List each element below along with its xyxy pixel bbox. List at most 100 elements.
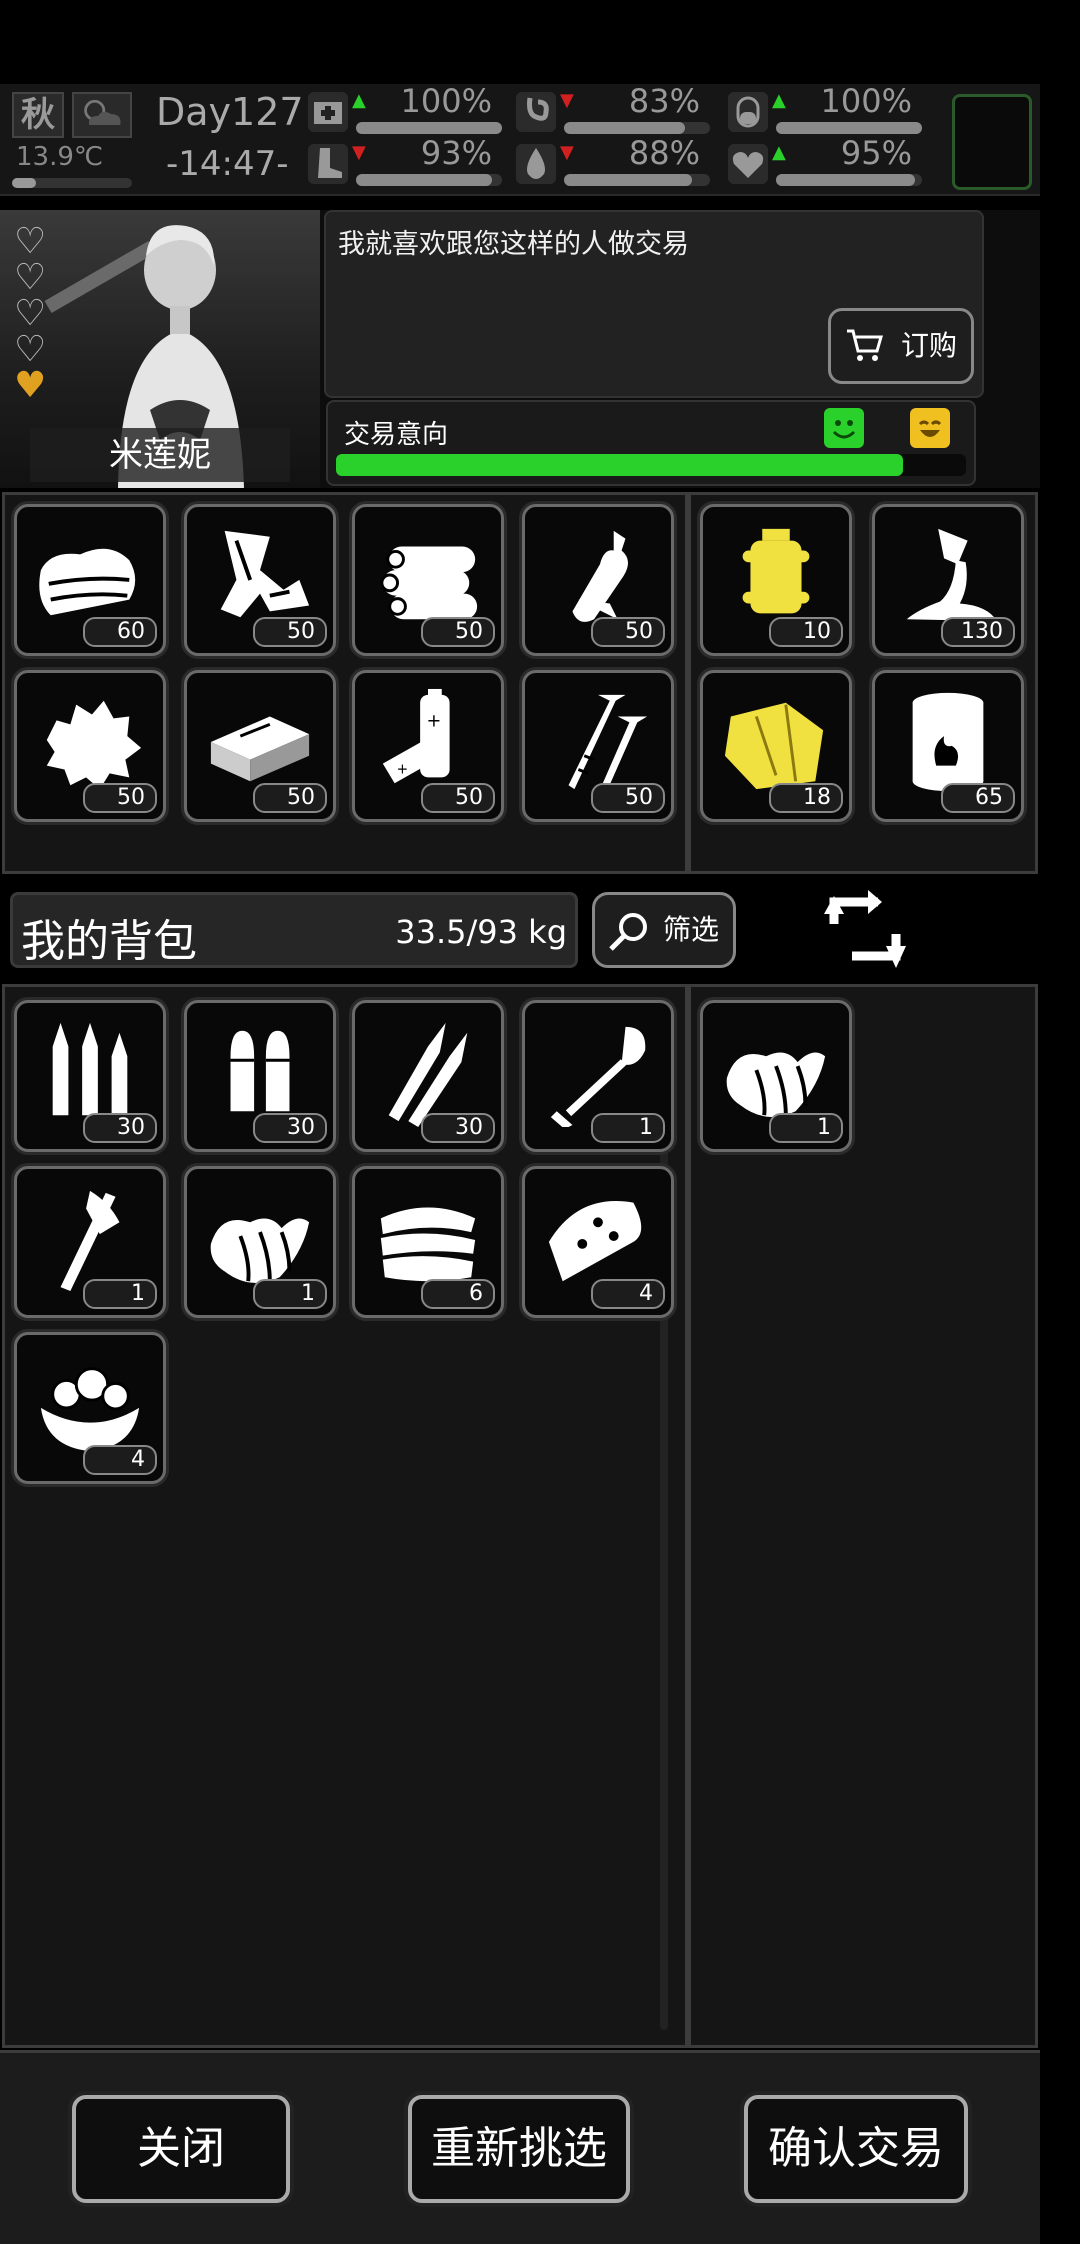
stat-health-bar [356,122,502,134]
heart-icon: ♡ [14,293,47,334]
bottom-action-bar: 关闭 重新挑选 确认交易 [0,2050,1040,2244]
stat-hunger: ▼ 83% [516,82,716,138]
trend-up-icon: ▲ [772,90,786,111]
heart-gold-icon: ♥ [14,365,47,406]
search-icon [609,913,647,951]
item-count: 1 [253,1279,327,1309]
stat-stamina-bar [356,174,492,186]
item-count: 10 [769,617,843,647]
smile-yellow-icon [910,408,950,448]
heart-icon: ♡ [14,257,47,298]
filter-button[interactable]: 筛选 [592,892,736,968]
item-count: 18 [769,783,843,813]
boot-icon [308,144,348,184]
day-counter: Day127 [156,90,304,134]
item-slot[interactable]: 4 [522,1166,674,1318]
trend-up-icon: ▲ [352,90,366,111]
cart-icon [847,329,883,361]
backpack-header: 我的背包 33.5/93 kg [10,892,578,968]
stat-thirst-value: 88% [628,134,700,172]
svg-text:+: + [397,761,409,777]
item-slot[interactable]: 4 [14,1332,166,1484]
backpack-scrollbar[interactable] [660,1000,668,2030]
item-slot[interactable]: + +50 [352,670,504,822]
heart-icon: ♡ [14,329,47,370]
trend-down-icon: ▼ [560,90,574,111]
item-count: 50 [421,783,495,813]
backpack-title: 我的背包 [21,916,197,967]
item-count: 50 [421,617,495,647]
confirm-trade-button[interactable]: 确认交易 [744,2095,968,2203]
stat-mood: ▲ 95% [728,134,928,190]
trend-down-icon: ▼ [352,142,366,163]
item-count: 130 [941,617,1015,647]
item-slot[interactable]: 1 [184,1166,336,1318]
heart-icon [728,144,768,184]
stat-health-value: 100% [400,82,492,120]
item-slot[interactable]: 50 [522,670,674,822]
stat-stamina: ▼ 93% [308,134,508,190]
trend-up-icon: ▲ [772,142,786,163]
trader-name: 米莲妮 [30,428,290,482]
item-slot[interactable]: 6 [352,1166,504,1318]
close-button[interactable]: 关闭 [72,2095,290,2203]
item-slot[interactable]: 50 [184,670,336,822]
smile-green-icon [824,408,864,448]
weather-cloudy-icon [72,92,132,138]
stat-thirst-bar [564,174,693,186]
item-count: 50 [253,783,327,813]
item-count: 50 [83,783,157,813]
item-count: 1 [769,1113,843,1143]
stat-stamina-value: 93% [420,134,492,172]
trade-intent-label: 交易意向 [344,420,449,450]
stat-hunger-bar [564,122,686,134]
svg-text:+: + [426,711,441,731]
item-count: 1 [591,1113,665,1143]
order-button-label: 订购 [900,329,957,362]
trader-message: 我就喜欢跟您这样的人做交易 [338,229,689,260]
item-slot[interactable]: 50 [352,504,504,656]
medkit-icon [308,92,348,132]
pill-icon [728,92,768,132]
game-clock: -14:47- [166,144,289,184]
temperature-value: 13.9℃ [16,142,104,172]
item-count: 30 [421,1113,495,1143]
item-slot[interactable]: 65 [872,670,1024,822]
stat-medicine-value: 100% [820,82,912,120]
water-drop-icon [516,144,556,184]
item-slot[interactable]: 18 [700,670,852,822]
filter-button-label: 筛选 [662,913,719,946]
item-count: 50 [253,617,327,647]
stat-mood-value: 95% [840,134,912,172]
item-slot[interactable]: 1 [522,1000,674,1152]
item-slot[interactable]: 50 [184,504,336,656]
trade-intent-fill [336,454,903,476]
item-count: 65 [941,783,1015,813]
item-slot[interactable]: 1 [14,1166,166,1318]
item-slot[interactable]: 50 [522,504,674,656]
item-slot[interactable]: 1 [700,1000,852,1152]
stomach-icon [516,92,556,132]
item-count: 30 [83,1113,157,1143]
temperature-bar [12,178,132,188]
item-slot[interactable]: 30 [14,1000,166,1152]
order-button[interactable]: 订购 [828,308,974,384]
item-slot[interactable]: 30 [184,1000,336,1152]
season-indicator: 秋 [12,92,64,138]
item-slot[interactable]: 30 [352,1000,504,1152]
swap-arrows-icon[interactable] [820,884,912,976]
item-count: 50 [591,783,665,813]
item-count: 6 [421,1279,495,1309]
item-count: 30 [253,1113,327,1143]
item-slot[interactable]: 130 [872,504,1024,656]
item-slot[interactable]: 10 [700,504,852,656]
trade-intent-meter: 交易意向 [326,400,976,486]
stat-medicine: ▲ 100% [728,82,928,138]
item-count: 50 [591,617,665,647]
item-slot[interactable]: 60 [14,504,166,656]
reselect-button[interactable]: 重新挑选 [408,2095,630,2203]
item-slot[interactable]: 50 [14,670,166,822]
equipment-slot[interactable] [952,94,1032,190]
stat-medicine-bar [776,122,922,134]
stat-mood-bar [776,174,915,186]
